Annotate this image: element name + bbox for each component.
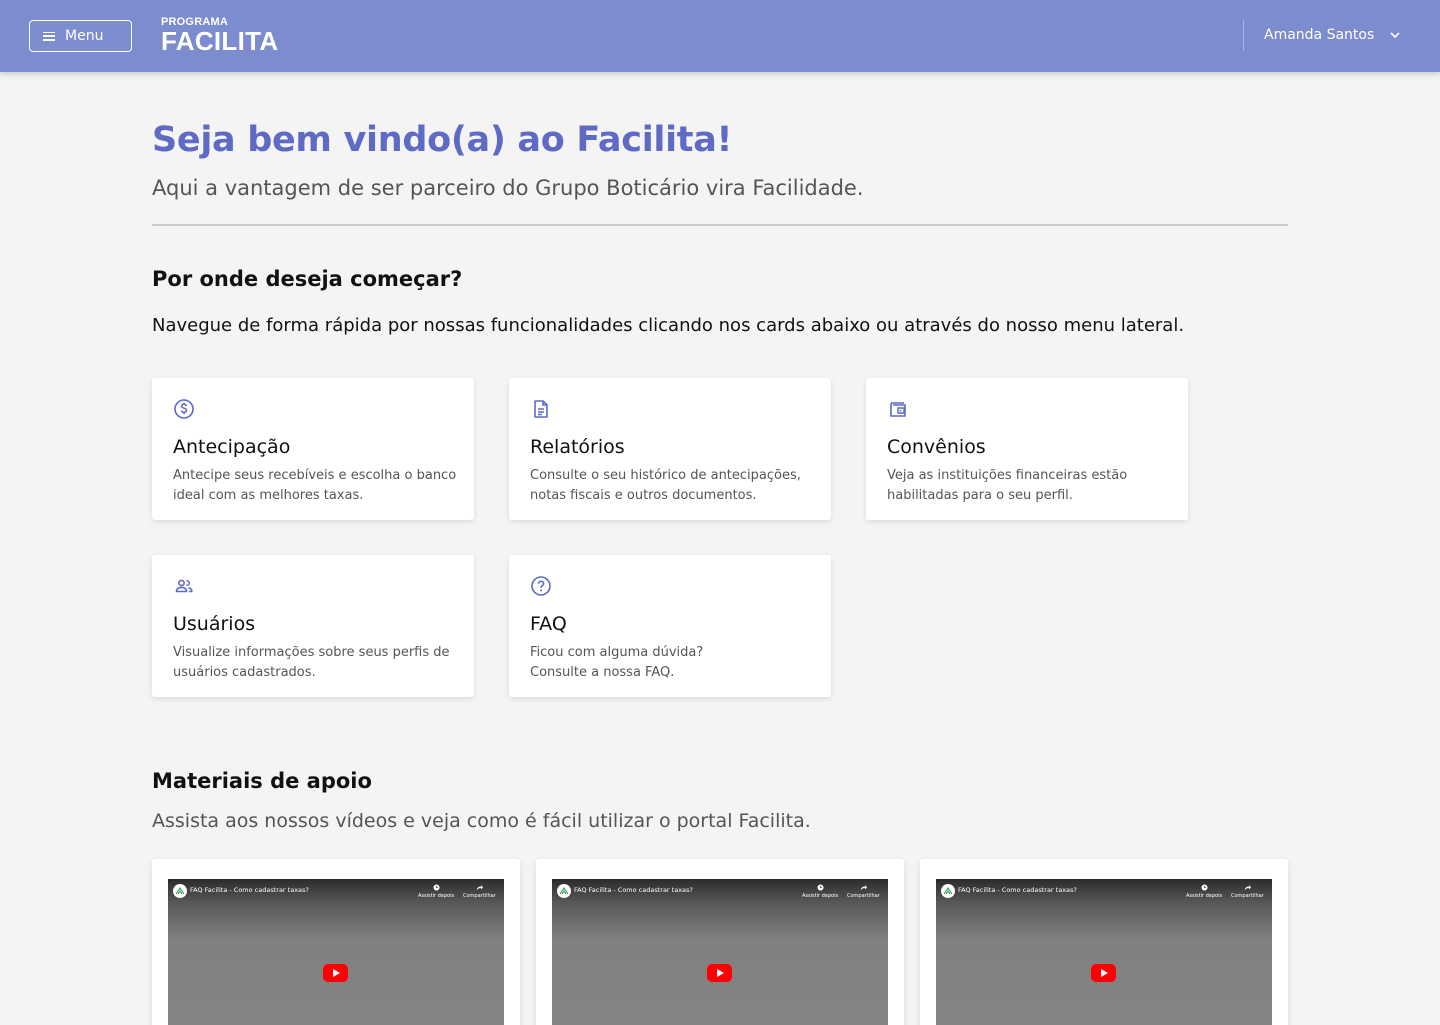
user-name: Amanda Santos — [1264, 27, 1375, 43]
watch-later-label: Assistir depois — [418, 893, 455, 899]
share-button[interactable]: Compartilhar — [847, 884, 880, 899]
channel-logo-icon — [941, 884, 955, 898]
logo-big-text: FACILITA — [161, 26, 279, 56]
card-title: FAQ — [530, 613, 567, 635]
video-title: FAQ Facilita - Como cadastrar taxas? — [958, 886, 1077, 894]
card-faq[interactable]: FAQ Ficou com alguma dúvida? Consulte a … — [509, 555, 831, 697]
hamburger-icon — [43, 31, 55, 41]
channel-logo-icon — [173, 884, 187, 898]
card-usuarios[interactable]: Usuários Visualize informações sobre seu… — [152, 555, 474, 697]
watch-later-button[interactable]: Assistir depois — [418, 884, 454, 899]
page-title: Seja bem vindo(a) ao Facilita! — [152, 120, 733, 160]
menu-button-label: Menu — [65, 28, 104, 44]
card-title: Convênios — [887, 436, 986, 458]
watch-later-button[interactable]: Assistir depois — [802, 884, 838, 899]
share-button[interactable]: Compartilhar — [1231, 884, 1264, 899]
user-menu[interactable]: Amanda Santos — [1264, 27, 1402, 43]
video-player[interactable]: FAQ Facilita - Como cadastrar taxas? Ass… — [168, 879, 504, 1025]
card-title: Antecipação — [173, 436, 291, 458]
card-text: Visualize informações sobre seus perfis … — [173, 645, 450, 680]
share-label: Compartilhar — [847, 893, 880, 899]
video-card: FAQ Facilita - Como cadastrar taxas? Ass… — [920, 859, 1288, 1025]
share-icon — [860, 884, 867, 891]
channel-logo-icon — [557, 884, 571, 898]
menu-button[interactable]: Menu — [29, 20, 132, 52]
share-icon — [476, 884, 483, 891]
video-title: FAQ Facilita - Como cadastrar taxas? — [574, 886, 693, 894]
users-icon — [175, 579, 193, 593]
video-title: FAQ Facilita - Como cadastrar taxas? — [190, 886, 309, 894]
play-button-icon[interactable] — [1091, 964, 1116, 982]
card-text: Antecipe seus recebíveis e escolha o ban… — [173, 468, 457, 503]
section-divider — [152, 224, 1288, 226]
play-button-icon[interactable] — [707, 964, 732, 982]
materials-description: Assista aos nossos vídeos e veja como é … — [152, 810, 811, 832]
video-player[interactable]: FAQ Facilita - Como cadastrar taxas? Ass… — [552, 879, 888, 1025]
share-label: Compartilhar — [463, 893, 496, 899]
share-label: Compartilhar — [1231, 893, 1264, 899]
video-card: FAQ Facilita - Como cadastrar taxas? Ass… — [152, 859, 520, 1025]
header-divider — [1243, 20, 1244, 51]
clock-icon — [432, 884, 440, 891]
card-relatorios[interactable]: Relatórios Consulte o seu histórico de a… — [509, 378, 831, 520]
watch-later-button[interactable]: Assistir depois — [1186, 884, 1222, 899]
document-icon — [534, 400, 548, 418]
clock-icon — [816, 884, 824, 891]
card-text: Veja as instituições financeiras estão h… — [887, 468, 1128, 503]
card-title: Usuários — [173, 613, 256, 635]
start-description: Navegue de forma rápida por nossas funci… — [152, 315, 1185, 336]
chevron-down-icon — [1390, 32, 1400, 39]
question-circle-icon — [531, 576, 551, 596]
start-heading: Por onde deseja começar? — [152, 267, 463, 291]
watch-later-label: Assistir depois — [802, 893, 839, 899]
share-button[interactable]: Compartilhar — [463, 884, 496, 899]
video-player[interactable]: FAQ Facilita - Como cadastrar taxas? Ass… — [936, 879, 1272, 1025]
card-text: Ficou com alguma dúvida? Consulte a noss… — [530, 645, 704, 680]
page-subtitle: Aqui a vantagem de ser parceiro do Grupo… — [152, 176, 864, 200]
materials-heading: Materiais de apoio — [152, 769, 372, 793]
video-card: FAQ Facilita - Como cadastrar taxas? Ass… — [536, 859, 904, 1025]
top-bar: Menu PROGRAMA FACILITA Amanda Santos — [0, 0, 1440, 72]
card-antecipacao[interactable]: Antecipação Antecipe seus recebíveis e e… — [152, 378, 474, 520]
card-title: Relatórios — [530, 436, 625, 458]
card-text: Consulte o seu histórico de antecipações… — [530, 468, 801, 503]
share-icon — [1244, 884, 1251, 891]
card-convenios[interactable]: Convênios Veja as instituições financeir… — [866, 378, 1188, 520]
clock-icon — [1200, 884, 1208, 891]
logo[interactable]: PROGRAMA FACILITA — [161, 16, 278, 54]
dollar-circle-icon — [174, 399, 194, 419]
play-button-icon[interactable] — [323, 964, 348, 982]
wallet-icon — [890, 402, 906, 417]
watch-later-label: Assistir depois — [1186, 893, 1223, 899]
